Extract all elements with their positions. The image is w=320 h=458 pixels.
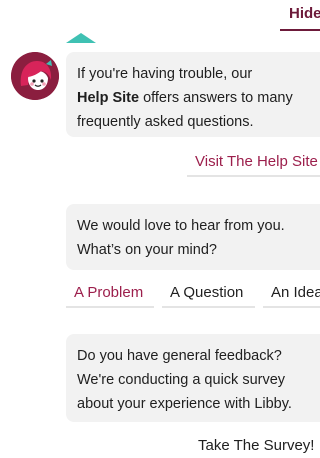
libby-face-icon [11,52,59,100]
help-site-bold: Help Site [77,90,140,106]
message-line: Help Site offers answers to many [77,86,320,110]
message-line: What’s on your mind? [77,242,217,258]
hide-underline [280,29,320,31]
bubble-pointer [66,33,96,43]
message-line: Do you have general feedback? [77,348,282,364]
message-bubble-help: If you're having trouble, our Help Site … [66,52,320,137]
choice-a-problem[interactable]: A Problem [66,284,154,308]
message-line: frequently asked questions. [77,114,254,130]
take-survey-button[interactable]: Take The Survey! [198,437,314,454]
hide-button-wrap[interactable]: Hide [280,0,320,32]
message-line: If you're having trouble, our [77,66,253,82]
choice-an-idea[interactable]: An Idea [263,284,320,308]
choice-a-question[interactable]: A Question [162,284,255,308]
message-bubble-survey: Do you have general feedback? We're cond… [66,334,320,422]
message-line: about your experience with Libby. [77,396,292,412]
message-line: We would love to hear from you. [77,218,285,234]
message-line: We're conducting a quick survey [77,372,286,388]
hide-button[interactable]: Hide [289,5,320,22]
message-line-rest: offers answers to many [139,90,293,106]
libby-avatar [11,52,59,100]
message-bubble-feedback: We would love to hear from you. What’s o… [66,204,320,270]
visit-help-site-button[interactable]: Visit The Help Site [187,153,320,177]
